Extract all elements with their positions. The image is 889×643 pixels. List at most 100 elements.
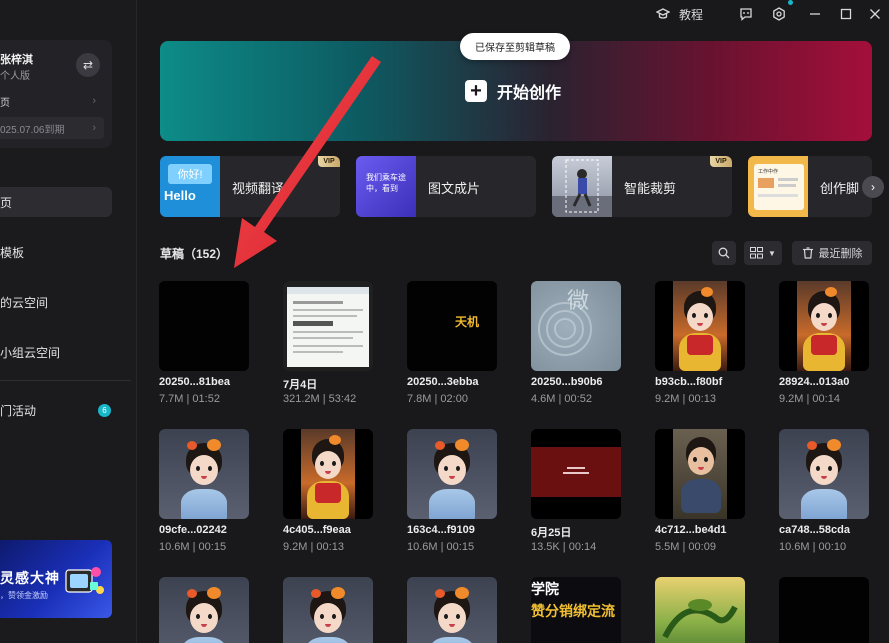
start-creation-button[interactable]: + 开始创作 bbox=[465, 79, 561, 103]
draft-meta: 10.6M | 00:15 bbox=[407, 541, 475, 553]
sidebar: 张梓淇 个人版 ⇄ 页 › 025.07.06到期 › 页 模板 的云空间 小组… bbox=[0, 0, 137, 643]
feature-label: 创作脚 bbox=[820, 181, 860, 196]
maximize-button[interactable] bbox=[840, 4, 852, 24]
user-row-expiry[interactable]: 025.07.06到期 › bbox=[0, 117, 104, 139]
activity-badge: 6 bbox=[98, 404, 111, 417]
sidebar-item-activities[interactable]: 门活动 bbox=[0, 395, 112, 425]
view-mode-button[interactable]: ▼ bbox=[744, 241, 782, 265]
promo-subtitle: ，赞领金激励 bbox=[0, 591, 48, 600]
chevron-right-icon: › bbox=[92, 122, 96, 134]
user-card: 张梓淇 个人版 ⇄ 页 › 025.07.06到期 › bbox=[0, 40, 112, 148]
draft-thumbnail: 微 bbox=[531, 281, 621, 371]
draft-meta: 9.2M | 00:13 bbox=[283, 541, 344, 553]
draft-name: 20250...b90b6 bbox=[531, 376, 603, 388]
saved-toast: 已保存至剪辑草稿 bbox=[460, 33, 570, 60]
drafts-title: 草稿（152） bbox=[160, 247, 229, 261]
feature-label: 图文成片 bbox=[428, 181, 481, 196]
draft-meta: 7.7M | 01:52 bbox=[159, 393, 220, 405]
feature-video-translate[interactable]: 你好! Hello 视频翻译 VIP bbox=[160, 156, 340, 217]
draft-name: 7月4日 bbox=[283, 379, 318, 391]
settings-button[interactable] bbox=[772, 4, 786, 24]
draft-thumbnail bbox=[531, 429, 621, 519]
draft-meta: 9.2M | 00:13 bbox=[655, 393, 716, 405]
draft-thumbnail bbox=[407, 429, 497, 519]
search-icon bbox=[718, 247, 730, 259]
draft-name: 28924...013a0 bbox=[779, 376, 850, 388]
feature-smart-crop[interactable]: 智能裁剪 VIP bbox=[552, 156, 732, 217]
draft-thumbnail bbox=[159, 281, 249, 371]
search-drafts-button[interactable] bbox=[712, 241, 736, 265]
draft-thumbnail bbox=[159, 577, 249, 643]
draft-thumbnail bbox=[655, 577, 745, 643]
recent-delete-button[interactable]: 最近删除 bbox=[792, 241, 872, 265]
draft-name: 4c712...be4d1 bbox=[655, 524, 727, 536]
chevron-down-icon: ▼ bbox=[768, 248, 776, 258]
draft-meta: 321.2M | 53:42 bbox=[283, 393, 357, 405]
feature-script[interactable]: 工作中作 创作脚 bbox=[748, 156, 872, 217]
promo-title: 灵感大神 bbox=[0, 570, 60, 586]
crop-preview-image bbox=[552, 159, 612, 217]
minimize-icon bbox=[810, 13, 820, 15]
draft-name: 20250...81bea bbox=[159, 376, 230, 388]
message-icon bbox=[740, 8, 752, 21]
user-plan: 个人版 bbox=[0, 71, 30, 82]
features-next-button[interactable]: › bbox=[862, 176, 884, 198]
draft-name: 09cfe...02242 bbox=[159, 524, 227, 536]
draft-thumbnail bbox=[779, 577, 869, 643]
draft-meta: 7.8M | 02:00 bbox=[407, 393, 468, 405]
feedback-button[interactable] bbox=[739, 4, 753, 24]
draft-meta: 10.6M | 00:15 bbox=[159, 541, 227, 553]
settings-icon bbox=[773, 7, 785, 21]
sidebar-divider bbox=[0, 380, 131, 381]
feature-label: 视频翻译 bbox=[232, 181, 285, 196]
close-button[interactable] bbox=[869, 4, 881, 24]
draft-thumbnail bbox=[779, 429, 869, 519]
draft-name: b93cb...f80bf bbox=[655, 376, 723, 388]
user-row-home[interactable]: 页 › bbox=[0, 90, 104, 112]
feature-thumb bbox=[552, 156, 612, 217]
sidebar-item-home[interactable]: 页 bbox=[0, 187, 112, 217]
switch-account-button[interactable]: ⇄ bbox=[76, 53, 100, 77]
draft-thumbnail bbox=[283, 429, 373, 519]
draft-name: 163c4...f9109 bbox=[407, 524, 475, 536]
swap-icon: ⇄ bbox=[82, 58, 94, 72]
close-icon bbox=[870, 9, 880, 19]
draft-meta: 10.6M | 00:10 bbox=[779, 541, 847, 553]
sidebar-item-my-cloud[interactable]: 的云空间 bbox=[0, 287, 112, 317]
plus-icon: + bbox=[465, 80, 487, 102]
chevron-right-icon: › bbox=[871, 180, 875, 194]
feature-label: 智能裁剪 bbox=[624, 181, 677, 196]
minimize-button[interactable] bbox=[809, 4, 821, 24]
user-name: 张梓淇 bbox=[0, 54, 33, 66]
sidebar-item-team-cloud[interactable]: 小组云空间 bbox=[0, 337, 112, 367]
draft-thumbnail: 学院 赞分销绑定流 bbox=[531, 577, 621, 643]
draft-thumbnail: 天机 bbox=[407, 281, 497, 371]
draft-thumbnail bbox=[655, 429, 745, 519]
trash-icon bbox=[802, 247, 813, 259]
draft-thumbnail bbox=[283, 577, 373, 643]
feature-thumb: 工作中作 bbox=[748, 156, 808, 217]
draft-thumbnail bbox=[283, 281, 373, 371]
draft-thumbnail bbox=[655, 281, 745, 371]
promo-illustration bbox=[65, 567, 104, 594]
vip-badge: VIP bbox=[710, 156, 732, 167]
draft-meta: 9.2M | 00:14 bbox=[779, 393, 840, 405]
draft-meta: 13.5K | 00:14 bbox=[531, 541, 597, 553]
draft-thumbnail bbox=[779, 281, 869, 371]
sidebar-item-templates[interactable]: 模板 bbox=[0, 237, 112, 267]
chevron-right-icon: › bbox=[92, 95, 96, 107]
draft-name: 20250...3ebba bbox=[407, 376, 479, 388]
draft-thumbnail bbox=[407, 577, 497, 643]
feature-thumb: 我们乘车途中，看到 bbox=[356, 156, 416, 217]
grid-view-icon bbox=[750, 247, 764, 259]
feature-text-to-video[interactable]: 我们乘车途中，看到 图文成片 bbox=[356, 156, 536, 217]
tutorial-button[interactable]: 教程 bbox=[656, 4, 703, 24]
draft-name: 4c405...f9eaa bbox=[283, 524, 351, 536]
feature-thumb: 你好! Hello bbox=[160, 156, 220, 217]
draft-name: ca748...58cda bbox=[779, 524, 850, 536]
vip-badge: VIP bbox=[318, 156, 340, 167]
promo-banner[interactable]: 灵感大神 ，赞领金激励 bbox=[0, 540, 112, 618]
notification-dot bbox=[788, 0, 793, 5]
draft-meta: 5.5M | 00:09 bbox=[655, 541, 716, 553]
maximize-icon bbox=[840, 8, 852, 20]
